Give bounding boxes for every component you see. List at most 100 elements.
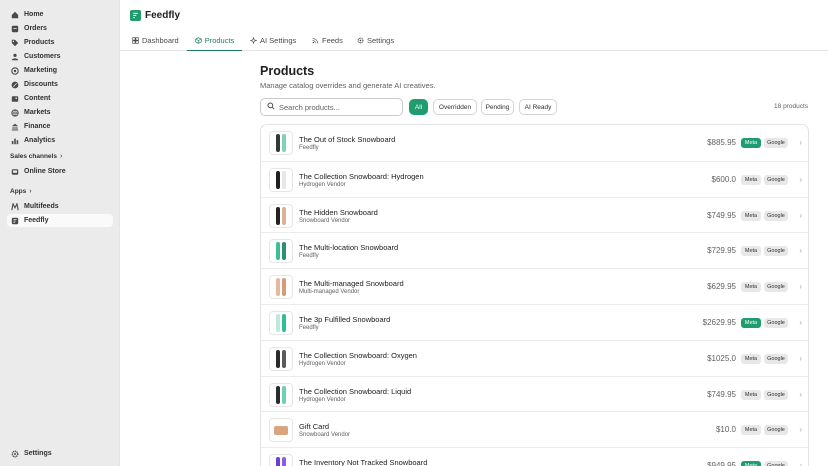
- snowboard-image: [276, 385, 280, 404]
- target-icon: [10, 66, 20, 76]
- meta-badge: Meta: [741, 425, 761, 436]
- product-price: $729.95: [707, 246, 736, 256]
- sidebar-item-discounts[interactable]: Discounts: [7, 78, 113, 91]
- product-row[interactable]: The Multi-managed Snowboard Multi-managed…: [261, 268, 808, 304]
- app-title: Feedfly: [145, 9, 181, 21]
- filter-ai-ready[interactable]: AI Ready: [519, 99, 557, 115]
- sidebar-item-online-store[interactable]: Online Store: [7, 165, 113, 178]
- product-thumbnail: [269, 203, 293, 228]
- apps-heading[interactable]: Apps ›: [10, 188, 32, 195]
- tab-dashboard[interactable]: Dashboard: [132, 30, 179, 51]
- product-row[interactable]: The Collection Snowboard: Oxygen Hydrogen…: [261, 339, 808, 376]
- chevron-right-icon[interactable]: ›: [799, 390, 802, 399]
- filter-pending[interactable]: Pending: [481, 99, 514, 115]
- tab-products[interactable]: Products: [187, 30, 242, 51]
- product-thumbnail: [269, 275, 293, 300]
- snowboard-image: [282, 349, 286, 368]
- meta-badge: Meta: [741, 461, 761, 466]
- bank-icon: [10, 122, 20, 132]
- product-thumbnail: [269, 311, 293, 335]
- tab-bar: Dashboard Products AI Settings Feeds Set…: [120, 30, 828, 51]
- search-input[interactable]: [279, 102, 389, 112]
- sales-channels-heading[interactable]: Sales channels ›: [10, 153, 62, 160]
- product-row[interactable]: The 3p Fulfilled Snowboard Feedfly $2629.9…: [261, 304, 808, 340]
- product-price: $10.0: [715, 425, 736, 435]
- product-name: Gift Card: [299, 422, 330, 432]
- search-box[interactable]: [260, 98, 403, 116]
- sidebar-item-label: Online Store: [24, 168, 66, 175]
- chevron-right-icon[interactable]: ›: [799, 211, 802, 220]
- product-price: $749.95: [707, 210, 736, 220]
- content-icon: [10, 94, 20, 104]
- product-thumbnail: [269, 239, 293, 264]
- product-vendor: Feedfly: [299, 145, 319, 151]
- home-icon: [10, 10, 20, 20]
- sidebar-item-label: Content: [24, 95, 51, 102]
- sidebar-item-label: Settings: [24, 450, 52, 457]
- sidebar-item-customers[interactable]: Customers: [7, 50, 113, 63]
- google-badge: Google: [764, 282, 788, 293]
- sidebar-item-multifeeds[interactable]: Multifeeds: [7, 200, 113, 213]
- chevron-right-icon[interactable]: ›: [799, 461, 802, 466]
- filter-all[interactable]: All: [409, 99, 428, 115]
- product-row[interactable]: The Multi-location Snowboard Feedfly $729.…: [261, 232, 808, 268]
- sidebar-item-home[interactable]: Home: [7, 8, 113, 21]
- snowboard-image: [282, 134, 286, 152]
- product-name: The Multi-managed Snowboard: [299, 279, 404, 289]
- tab-ai-settings[interactable]: AI Settings: [250, 30, 296, 51]
- sidebar-item-settings[interactable]: Settings: [7, 447, 113, 460]
- chart-icon: [10, 136, 20, 146]
- chevron-right-icon[interactable]: ›: [799, 282, 802, 291]
- chevron-right-icon[interactable]: ›: [799, 175, 802, 184]
- product-row[interactable]: The Out of Stock Snowboard Feedfly $885.95…: [261, 125, 808, 161]
- product-vendor: Hydrogen Vendor: [299, 360, 346, 367]
- chevron-right-icon[interactable]: ›: [799, 318, 802, 327]
- box-icon: [195, 36, 202, 44]
- chevron-right-icon: ›: [29, 188, 32, 195]
- product-row[interactable]: Gift Card Snowboard Vendor $10.0 Meta Google…: [261, 411, 808, 447]
- sidebar-item-label: Finance: [24, 123, 51, 130]
- grid-icon: [132, 37, 139, 44]
- chevron-right-icon[interactable]: ›: [799, 425, 802, 434]
- sidebar-item-label: Marketing: [24, 67, 58, 74]
- snowboard-image: [276, 170, 280, 189]
- sidebar-item-analytics[interactable]: Analytics: [7, 134, 113, 147]
- sidebar-item-products[interactable]: Products: [7, 36, 113, 49]
- chevron-right-icon[interactable]: ›: [799, 138, 802, 147]
- sidebar-item-finance[interactable]: Finance: [7, 120, 113, 133]
- sidebar-item-label: Markets: [24, 109, 51, 116]
- chevron-right-icon[interactable]: ›: [799, 354, 802, 363]
- chevron-right-icon[interactable]: ›: [799, 246, 802, 255]
- gear-icon: [10, 449, 20, 459]
- snowboard-image: [276, 278, 280, 297]
- product-vendor: Snowboard Vendor: [299, 217, 351, 224]
- snowboard-image: [276, 314, 280, 332]
- product-name: The Collection Snowboard: Hydrogen: [299, 171, 424, 181]
- product-row[interactable]: The Collection Snowboard: Liquid Hydrogen…: [261, 375, 808, 412]
- sidebar-item-label: Discounts: [24, 81, 58, 88]
- tab-feeds[interactable]: Feeds: [312, 30, 343, 51]
- gift-card-image: [274, 425, 288, 435]
- product-row[interactable]: The Collection Snowboard: Hydrogen Hydrog…: [261, 160, 808, 197]
- google-badge: Google: [764, 389, 788, 400]
- sidebar-item-orders[interactable]: Orders: [7, 22, 113, 35]
- sidebar-item-label: Multifeeds: [24, 203, 59, 210]
- meta-badge: Meta: [741, 389, 761, 400]
- sidebar-item-marketing[interactable]: Marketing: [7, 64, 113, 77]
- tab-settings[interactable]: Settings: [357, 30, 394, 51]
- snowboard-image: [282, 278, 286, 297]
- product-price: $949.95: [707, 461, 736, 466]
- google-badge: Google: [764, 461, 788, 466]
- filter-overridden[interactable]: Overridden: [433, 99, 477, 115]
- product-name: The Collection Snowboard: Oxygen: [299, 350, 417, 360]
- product-row[interactable]: The Inventory Not Tracked Snowboard $949.…: [261, 447, 808, 466]
- sidebar-item-content[interactable]: Content: [7, 92, 113, 105]
- product-name: The Hidden Snowboard: [299, 207, 378, 217]
- gear-icon: [357, 37, 364, 44]
- page-subtitle: Manage catalog overrides and generate AI…: [260, 81, 436, 90]
- product-vendor: Feedfly: [299, 253, 319, 260]
- sidebar-item-markets[interactable]: Markets: [7, 106, 113, 119]
- sidebar-item-feedfly[interactable]: Feedfly: [7, 214, 113, 227]
- product-row[interactable]: The Hidden Snowboard Snowboard Vendor $749…: [261, 196, 808, 233]
- sidebar-item-label: Customers: [24, 53, 61, 60]
